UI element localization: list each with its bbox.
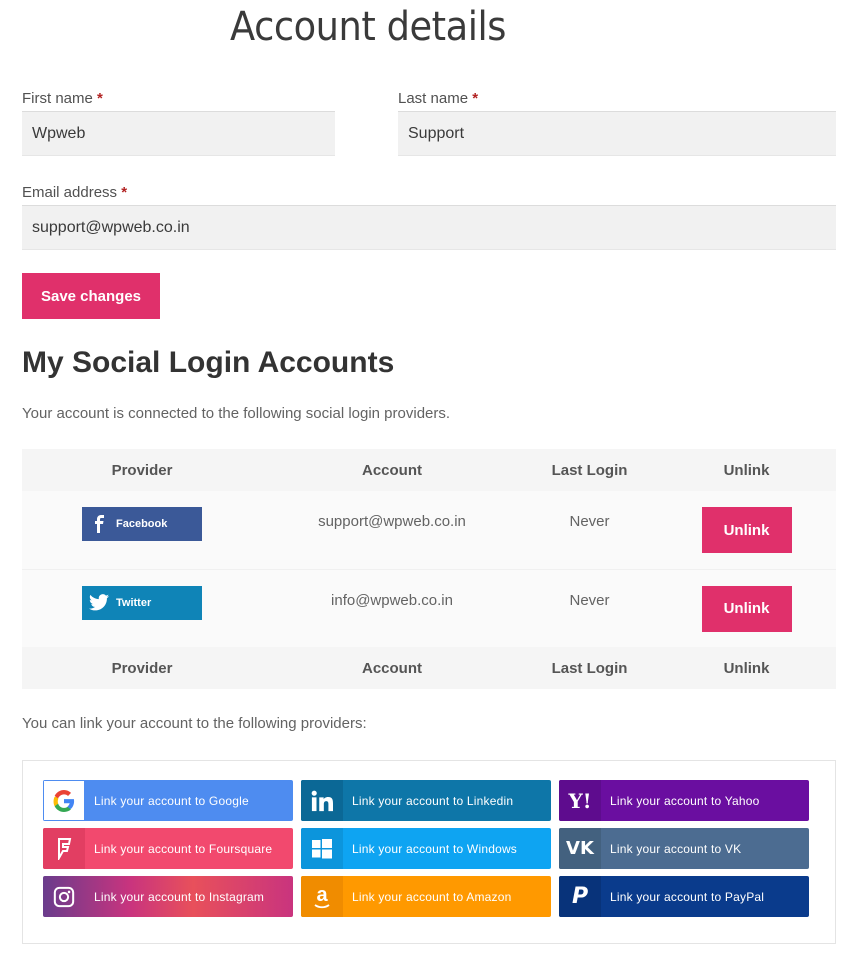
link-button-label: Link your account to Foursquare bbox=[94, 841, 273, 856]
column-header-unlink: Unlink bbox=[657, 449, 836, 491]
provider-name: Twitter bbox=[116, 596, 152, 609]
linkedin-icon bbox=[301, 780, 343, 821]
link-paypal-button[interactable]: P Link your account to PayPal bbox=[559, 876, 809, 917]
link-button-label: Link your account to Instagram bbox=[94, 889, 265, 904]
email-label: Email address * bbox=[22, 184, 127, 201]
link-button-label: Link your account to PayPal bbox=[610, 889, 765, 904]
link-button-label: Link your account to Windows bbox=[352, 841, 518, 856]
last-name-value: Support bbox=[408, 124, 465, 142]
last-login-cell: Never bbox=[522, 491, 657, 570]
email-value: support@wpweb.co.in bbox=[32, 218, 190, 236]
first-name-field[interactable]: Wpweb bbox=[22, 111, 335, 156]
yahoo-icon: Y! bbox=[559, 780, 601, 821]
link-linkedin-button[interactable]: Link your account to Linkedin bbox=[301, 780, 551, 821]
social-accounts-intro: Your account is connected to the followi… bbox=[22, 405, 451, 422]
provider-cell: Facebook bbox=[22, 491, 262, 570]
column-header-provider: Provider bbox=[22, 449, 262, 491]
facebook-icon bbox=[82, 507, 116, 541]
link-windows-button[interactable]: Link your account to Windows bbox=[301, 828, 551, 869]
email-label-text: Email address bbox=[22, 184, 118, 201]
paypal-icon: P bbox=[559, 876, 601, 917]
column-header-account: Account bbox=[262, 449, 522, 491]
account-email: support@wpweb.co.in bbox=[318, 513, 466, 530]
table-row: Twitter info@wpweb.co.in Never Unlink bbox=[22, 569, 836, 647]
required-marker: * bbox=[97, 90, 103, 107]
unlink-facebook-button[interactable]: Unlink bbox=[701, 507, 792, 553]
link-amazon-button[interactable]: a Link your account to Amazon bbox=[301, 876, 551, 917]
table-footer-row: Provider Account Last Login Unlink bbox=[22, 647, 836, 689]
required-marker: * bbox=[472, 90, 479, 107]
page-title: Account details bbox=[230, 4, 506, 50]
amazon-icon: a bbox=[301, 876, 343, 917]
first-name-value: Wpweb bbox=[32, 124, 86, 142]
link-button-label: Link your account to Linkedin bbox=[352, 793, 514, 808]
link-button-label: Link your account to Yahoo bbox=[610, 793, 760, 808]
twitter-icon bbox=[82, 586, 116, 620]
link-button-label: Link your account to Google bbox=[94, 793, 249, 808]
unlink-cell: Unlink bbox=[657, 569, 836, 647]
last-name-label-text: Last name bbox=[398, 90, 469, 107]
last-name-field[interactable]: Support bbox=[398, 111, 836, 156]
provider-cell: Twitter bbox=[22, 569, 262, 647]
column-footer-unlink: Unlink bbox=[657, 647, 836, 689]
instagram-icon bbox=[43, 876, 85, 917]
column-footer-provider: Provider bbox=[22, 647, 262, 689]
email-field[interactable]: support@wpweb.co.in bbox=[22, 205, 836, 250]
link-button-label: Link your account to VK bbox=[610, 841, 742, 856]
account-cell: support@wpweb.co.in bbox=[262, 491, 522, 570]
link-foursquare-button[interactable]: Link your account to Foursquare bbox=[43, 828, 293, 869]
link-providers-box: Link your account to Google Link your ac… bbox=[22, 760, 836, 944]
first-name-label: First name * bbox=[22, 90, 103, 107]
required-marker: * bbox=[121, 184, 128, 201]
link-google-button[interactable]: Link your account to Google bbox=[43, 780, 293, 821]
save-changes-button[interactable]: Save changes bbox=[22, 273, 160, 319]
table-header-row: Provider Account Last Login Unlink bbox=[22, 449, 836, 491]
google-icon bbox=[43, 780, 85, 821]
last-login-value: Never bbox=[569, 591, 610, 609]
column-footer-account: Account bbox=[262, 647, 522, 689]
column-header-last-login: Last Login bbox=[522, 449, 657, 491]
facebook-badge: Facebook bbox=[82, 507, 202, 541]
last-name-label: Last name * bbox=[398, 90, 478, 107]
first-name-label-text: First name bbox=[22, 90, 93, 107]
last-login-cell: Never bbox=[522, 569, 657, 647]
link-providers-intro: You can link your account to the followi… bbox=[22, 715, 367, 732]
link-instagram-button[interactable]: Link your account to Instagram bbox=[43, 876, 293, 917]
twitter-badge: Twitter bbox=[82, 585, 202, 620]
table-row: Facebook support@wpweb.co.in Never Unlin… bbox=[22, 491, 836, 570]
provider-name: Facebook bbox=[116, 518, 168, 530]
link-yahoo-button[interactable]: Y! Link your account to Yahoo bbox=[559, 780, 809, 821]
social-accounts-heading: My Social Login Accounts bbox=[22, 346, 395, 379]
column-footer-last-login: Last Login bbox=[522, 647, 657, 689]
windows-icon bbox=[301, 828, 343, 869]
account-cell: info@wpweb.co.in bbox=[262, 569, 522, 647]
account-email: info@wpweb.co.in bbox=[331, 591, 453, 609]
link-button-label: Link your account to Amazon bbox=[352, 889, 512, 904]
unlink-cell: Unlink bbox=[657, 491, 836, 570]
connected-providers-table: Provider Account Last Login Unlink Faceb… bbox=[22, 449, 836, 689]
link-vk-button[interactable]: VK Link your account to VK bbox=[559, 828, 809, 869]
unlink-twitter-button[interactable]: Unlink bbox=[701, 585, 792, 632]
foursquare-icon bbox=[43, 828, 85, 869]
last-login-value: Never bbox=[569, 513, 610, 530]
vk-icon: VK bbox=[559, 828, 601, 869]
